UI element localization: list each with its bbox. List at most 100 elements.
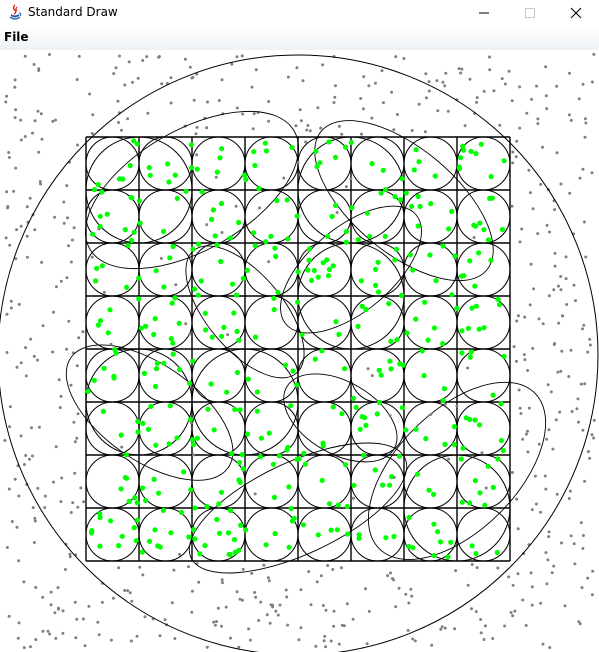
- inside-point: [361, 452, 367, 458]
- inside-point: [473, 303, 479, 309]
- inside-point: [211, 427, 217, 433]
- outside-point: [34, 638, 38, 642]
- outside-point: [576, 397, 580, 401]
- outside-point: [536, 232, 540, 236]
- inside-point: [231, 537, 238, 543]
- outside-point: [332, 609, 336, 613]
- outside-point: [394, 55, 398, 59]
- inside-point: [271, 295, 277, 301]
- outside-point: [324, 608, 328, 612]
- outside-point: [592, 52, 596, 56]
- minimize-button[interactable]: [461, 0, 507, 26]
- outside-point: [514, 155, 518, 159]
- inside-point: [411, 167, 417, 173]
- inside-point: [214, 242, 220, 248]
- outside-point: [544, 487, 548, 491]
- cell-circle: [403, 136, 458, 191]
- inside-point: [357, 426, 363, 432]
- inside-point: [140, 485, 146, 491]
- inside-point: [145, 426, 152, 432]
- outside-point: [194, 132, 198, 136]
- inside-point: [244, 267, 250, 273]
- outside-point: [526, 450, 530, 454]
- inside-point: [467, 354, 473, 360]
- outside-point: [577, 620, 581, 624]
- inside-point: [127, 163, 133, 169]
- outside-point: [565, 303, 569, 306]
- inside-point: [471, 222, 477, 228]
- outside-point: [37, 150, 41, 154]
- inside-point: [183, 188, 189, 194]
- outside-point: [534, 502, 538, 506]
- inside-gray-point: [392, 475, 396, 479]
- inside-point: [305, 267, 311, 273]
- inside-point: [107, 307, 113, 313]
- outside-point: [72, 420, 76, 424]
- outside-point: [315, 580, 319, 584]
- outside-point: [54, 445, 58, 449]
- outside-point: [367, 84, 371, 88]
- outside-point: [7, 614, 11, 618]
- outside-point: [515, 319, 519, 323]
- outside-point: [530, 97, 534, 101]
- inside-point: [343, 462, 349, 468]
- outside-point: [286, 623, 290, 627]
- inside-point: [288, 506, 294, 512]
- inside-point: [238, 522, 244, 528]
- outside-point: [541, 322, 545, 326]
- outside-point: [53, 611, 57, 615]
- maximize-button[interactable]: [507, 0, 553, 26]
- outside-point: [537, 317, 541, 321]
- inside-point: [476, 250, 482, 256]
- inside-point: [116, 543, 122, 549]
- inside-point: [320, 260, 326, 266]
- outside-point: [582, 323, 586, 327]
- outside-point: [13, 116, 17, 120]
- circles: [0, 54, 599, 652]
- inside-gray-point: [178, 552, 181, 556]
- inside-gray-point: [120, 445, 124, 449]
- inside-point: [170, 243, 176, 250]
- outside-point: [41, 595, 45, 599]
- outside-point: [523, 315, 527, 319]
- inside-point: [459, 499, 465, 505]
- inside-point: [348, 139, 354, 145]
- inside-point: [188, 487, 194, 493]
- outside-point: [535, 84, 538, 88]
- outside-point: [40, 137, 44, 141]
- outside-point: [130, 599, 134, 603]
- inside-point: [134, 500, 140, 506]
- outside-point: [205, 126, 209, 130]
- outside-point: [316, 106, 320, 110]
- inside-gray-point: [184, 322, 188, 326]
- drawing-canvas[interactable]: [0, 50, 599, 652]
- outside-point: [559, 369, 563, 373]
- outside-point: [259, 600, 263, 604]
- menu-bar: File: [0, 26, 599, 51]
- outside-point: [81, 617, 85, 621]
- outside-point: [224, 605, 228, 609]
- outside-point: [390, 90, 394, 94]
- outside-point: [503, 624, 507, 628]
- inside-point: [382, 187, 388, 193]
- inside-point: [363, 422, 369, 428]
- inside-point: [460, 143, 466, 149]
- outside-point: [510, 99, 514, 103]
- menu-file[interactable]: File: [4, 30, 29, 44]
- outside-point: [521, 437, 525, 441]
- outside-point: [66, 216, 69, 220]
- outside-point: [138, 565, 142, 569]
- outside-point: [7, 156, 11, 159]
- inside-point: [166, 441, 172, 447]
- inside-point: [312, 356, 318, 362]
- inside-point: [218, 489, 225, 495]
- outside-point: [126, 117, 130, 121]
- inside-point: [161, 228, 167, 235]
- outside-point: [22, 463, 26, 466]
- inside-point: [284, 197, 290, 203]
- close-button[interactable]: [553, 0, 599, 26]
- outside-point: [33, 516, 37, 520]
- outside-point: [410, 594, 414, 598]
- outside-point: [332, 101, 336, 104]
- cell-circle: [403, 507, 458, 562]
